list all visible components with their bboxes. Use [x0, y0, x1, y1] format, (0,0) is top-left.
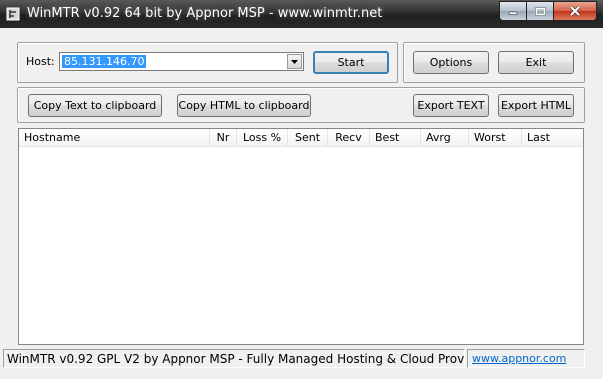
column-header-worst[interactable]: Worst	[469, 129, 522, 147]
window-title: WinMTR v0.92 64 bit by Appnor MSP - www.…	[27, 6, 383, 21]
close-icon	[569, 6, 581, 16]
column-header-nr[interactable]: Nr	[210, 129, 237, 147]
column-header-hostname[interactable]: Hostname	[19, 129, 210, 147]
host-combobox[interactable]: 85.131.146.70	[59, 52, 304, 71]
maximize-button[interactable]	[526, 1, 554, 21]
column-header-loss[interactable]: Loss %	[237, 129, 288, 147]
status-text: WinMTR v0.92 GPL V2 by Appnor MSP - Full…	[3, 349, 465, 368]
column-header-recv[interactable]: Recv	[328, 129, 370, 147]
chevron-down-icon	[291, 59, 298, 64]
maximize-icon	[534, 6, 546, 16]
close-button[interactable]	[553, 1, 597, 21]
list-body[interactable]	[19, 147, 583, 344]
minimize-icon	[508, 11, 518, 15]
host-dropdown-button[interactable]	[287, 54, 302, 69]
caption-buttons	[499, 1, 597, 21]
copy-text-button[interactable]: Copy Text to clipboard	[28, 94, 162, 117]
column-header-last[interactable]: Last	[522, 129, 583, 147]
export-text-button[interactable]: Export TEXT	[413, 94, 489, 117]
column-header-best[interactable]: Best	[370, 129, 421, 147]
minimize-button[interactable]	[499, 1, 527, 21]
results-list[interactable]: Hostname Nr Loss % Sent Recv Best Avrg W…	[18, 128, 584, 345]
title-bar[interactable]: WinMTR v0.92 64 bit by Appnor MSP - www.…	[0, 0, 603, 28]
column-header-sent[interactable]: Sent	[288, 129, 328, 147]
status-bar: WinMTR v0.92 GPL V2 by Appnor MSP - Full…	[0, 349, 603, 379]
winmtr-app-icon	[6, 7, 20, 21]
options-button[interactable]: Options	[413, 51, 489, 74]
list-header: Hostname Nr Loss % Sent Recv Best Avrg W…	[19, 129, 583, 147]
host-label: Host:	[26, 55, 55, 68]
start-button[interactable]: Start	[313, 51, 389, 74]
host-input-value[interactable]: 85.131.146.70	[62, 55, 147, 68]
winmtr-window: WinMTR v0.92 64 bit by Appnor MSP - www.…	[0, 0, 603, 379]
copy-html-button[interactable]: Copy HTML to clipboard	[177, 94, 311, 117]
appnor-link[interactable]: www.appnor.com	[467, 349, 585, 368]
column-header-avrg[interactable]: Avrg	[421, 129, 469, 147]
export-html-button[interactable]: Export HTML	[498, 94, 574, 117]
exit-button[interactable]: Exit	[498, 51, 574, 74]
